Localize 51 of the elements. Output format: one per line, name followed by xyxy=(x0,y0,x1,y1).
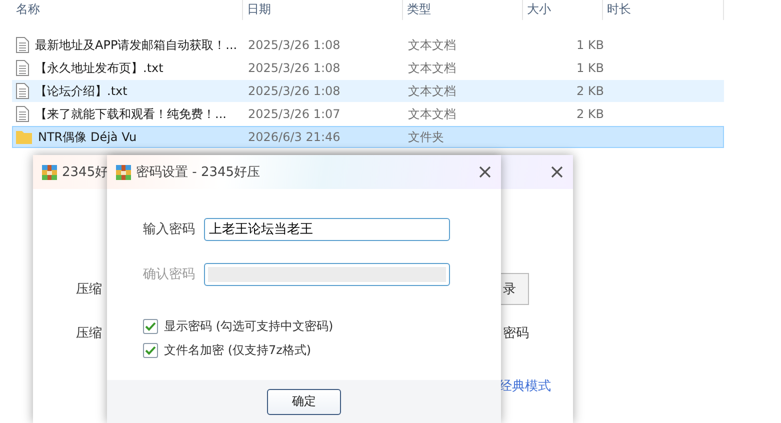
file-name: 【来了就能下载和观看！纯免费！... xyxy=(35,106,226,122)
close-icon[interactable] xyxy=(551,166,563,178)
file-size: 2 KB xyxy=(575,107,604,121)
checkbox-label: 文件名加密 (仅支持7z格式) xyxy=(164,342,312,359)
document-icon xyxy=(16,37,29,53)
column-header[interactable]: 大小 xyxy=(523,0,603,20)
file-date: 2025/3/26 1:08 xyxy=(247,61,342,75)
document-icon xyxy=(16,106,29,122)
field-label: 输入密码 xyxy=(143,221,196,238)
password-field[interactable]: 上老王论坛当老王 xyxy=(204,218,450,240)
archive-icon xyxy=(115,164,132,180)
file-name: 【永久地址发布页】.txt xyxy=(35,60,164,76)
password-label: 密码 xyxy=(503,325,529,342)
checkbox-label: 显示密码 (勾选可支持中文密码) xyxy=(164,318,334,335)
file-date: 2025/3/26 1:07 xyxy=(247,107,342,121)
document-icon xyxy=(16,83,29,99)
file-row[interactable]: 最新地址及APP请发邮箱自动获取！... 2025/3/26 1:08 文本文档 1 KB xyxy=(12,34,724,56)
column-header[interactable]: 时长 xyxy=(603,0,724,20)
column-header[interactable]: 类型 xyxy=(403,0,523,20)
column-header[interactable]: 名称 xyxy=(12,0,243,20)
checkbox[interactable] xyxy=(143,343,158,358)
file-type: 文本文档 xyxy=(407,106,457,122)
file-date: 2025/3/26 1:08 xyxy=(247,84,342,98)
folder-icon xyxy=(16,130,32,144)
archive-icon xyxy=(41,164,58,180)
window-title: 2345好 xyxy=(62,164,108,181)
file-size: 1 KB xyxy=(575,38,604,52)
column-header[interactable]: 日期 xyxy=(243,0,403,20)
setting-label: 压缩 xyxy=(76,281,102,298)
file-row[interactable]: 【永久地址发布页】.txt 2025/3/26 1:08 文本文档 1 KB xyxy=(12,57,724,79)
document-icon xyxy=(16,60,29,76)
file-date: 2025/3/26 1:08 xyxy=(247,38,342,52)
file-type: 文本文档 xyxy=(407,60,457,76)
file-name: 最新地址及APP请发邮箱自动获取！... xyxy=(35,36,238,54)
file-row[interactable]: NTR偶像 Déjà Vu 2026/6/3 21:46 文件夹 xyxy=(12,126,724,148)
dialog-title: 密码设置 - 2345好压 xyxy=(136,164,260,181)
file-name: 【论坛介绍】.txt xyxy=(35,82,128,100)
file-type: 文本文档 xyxy=(407,36,457,54)
setting-label: 压缩 xyxy=(76,325,102,342)
file-date: 2026/6/3 21:46 xyxy=(247,130,342,144)
file-size: 1 KB xyxy=(575,61,604,75)
file-name: NTR偶像 Déjà Vu xyxy=(38,128,137,146)
file-row[interactable]: 【论坛介绍】.txt 2025/3/26 1:08 文本文档 2 KB xyxy=(12,80,724,102)
checkbox[interactable] xyxy=(143,319,158,334)
file-type: 文本文档 xyxy=(407,82,457,100)
ok-button[interactable]: 确定 xyxy=(267,388,341,414)
file-type: 文件夹 xyxy=(407,128,445,146)
file-size: 2 KB xyxy=(575,84,604,98)
file-row[interactable]: 【来了就能下载和观看！纯免费！... 2025/3/26 1:07 文本文档 2 KB xyxy=(12,103,724,125)
field-label: 确认密码 xyxy=(143,266,196,283)
close-icon[interactable] xyxy=(479,166,491,178)
